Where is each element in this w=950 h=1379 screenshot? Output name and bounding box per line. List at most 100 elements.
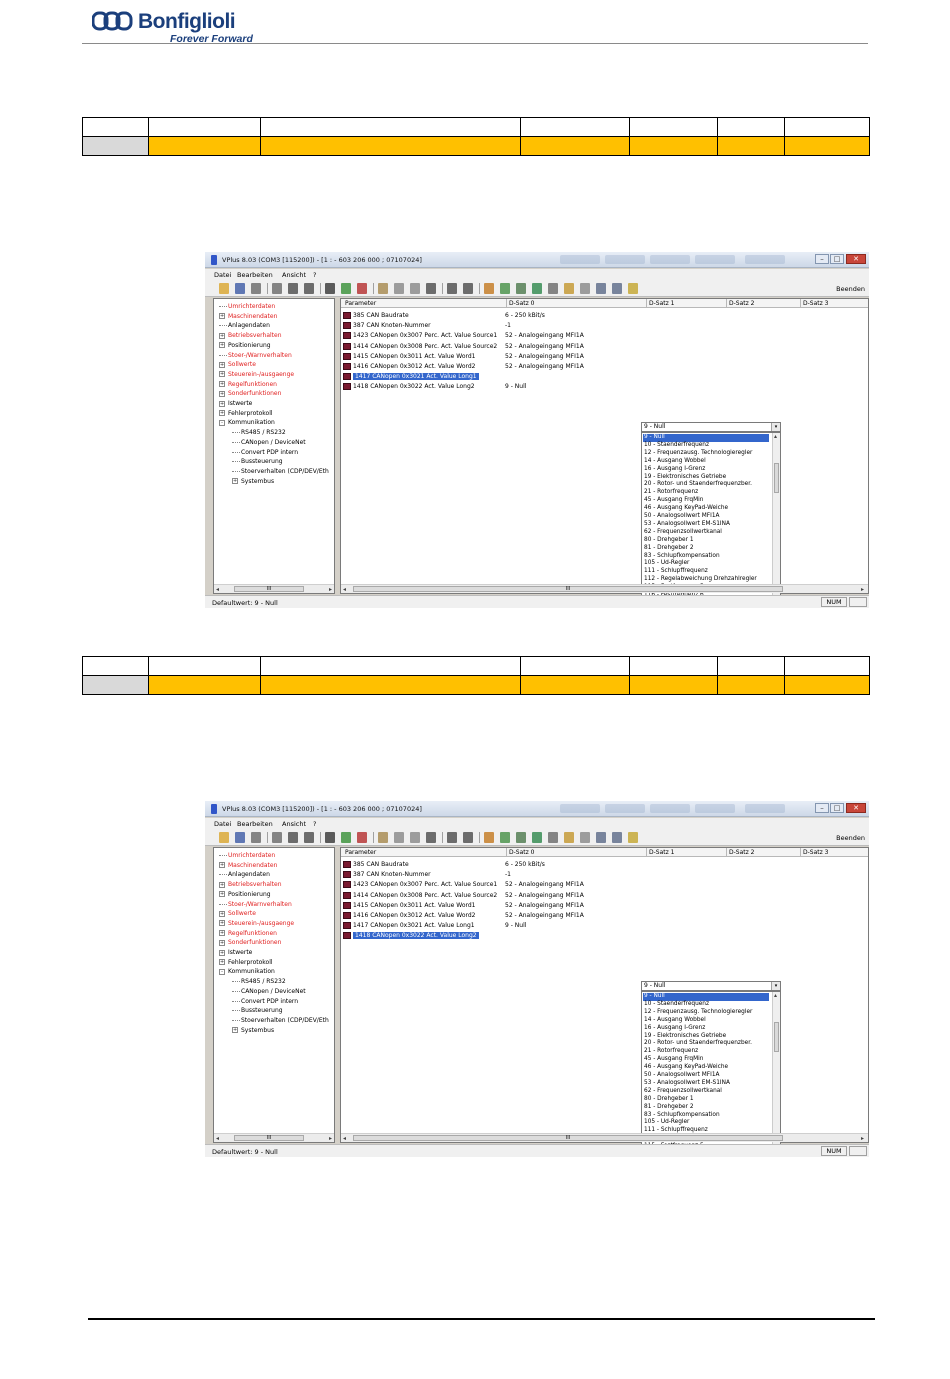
toolbar-button-icon[interactable]: [548, 832, 558, 843]
parameter-label[interactable]: 1415 CANopen 0x3011 Act. Value Word1: [353, 353, 476, 360]
toolbar-button-icon[interactable]: [532, 283, 542, 294]
parameter-label[interactable]: 385 CAN Baudrate: [353, 312, 409, 319]
dropdown-option[interactable]: 10 - Staenderfrequenz: [643, 442, 769, 450]
dropdown-vertical-scrollbar[interactable]: ▴▾: [772, 433, 780, 603]
exit-button[interactable]: Beenden: [836, 285, 865, 293]
parameter-row[interactable]: 1414 CANopen 0x3008 Perc. Act. Value Sou…: [343, 342, 863, 352]
exit-button[interactable]: Beenden: [836, 834, 865, 842]
parameter-row[interactable]: 1417 CANopen 0x3021 Act. Value Long1 9 - …: [343, 921, 863, 931]
parameter-row[interactable]: 387 CAN Knoten-Nummer -1: [343, 321, 863, 331]
parameter-label[interactable]: 387 CAN Knoten-Nummer: [353, 871, 431, 878]
parameter-label[interactable]: 1423 CANopen 0x3007 Perc. Act. Value Sou…: [353, 881, 497, 888]
expand-icon[interactable]: -: [219, 968, 225, 975]
expand-icon[interactable]: +: [219, 959, 225, 966]
dropdown-option[interactable]: 21 - Rotorfrequenz: [643, 489, 769, 497]
toolbar-button-icon[interactable]: [564, 283, 574, 294]
toolbar-button-icon[interactable]: [251, 283, 261, 294]
toolbar-button-icon[interactable]: [325, 832, 335, 843]
toolbar-button-icon[interactable]: [564, 832, 574, 843]
toolbar-button-icon[interactable]: [325, 283, 335, 294]
dropdown-option[interactable]: 111 - Schlupffrequenz: [643, 568, 769, 576]
menu-item[interactable]: Bearbeiten: [237, 271, 273, 279]
tree-item[interactable]: Stoer-/Warnverhalten: [219, 351, 292, 361]
tree-item[interactable]: + Fehlerprotokoll: [219, 409, 273, 419]
expand-icon[interactable]: +: [219, 862, 225, 869]
value-select[interactable]: 9 - Null ▾: [641, 981, 781, 991]
scroll-thumb[interactable]: III: [353, 586, 783, 592]
dropdown-option[interactable]: 9 - Null: [643, 434, 769, 442]
grid-horizontal-scrollbar[interactable]: ◂ III ▸: [341, 1133, 868, 1142]
tree-item[interactable]: + Regelfunktionen: [219, 380, 277, 390]
scroll-up-icon[interactable]: ▴: [774, 992, 777, 999]
parameter-label[interactable]: 1414 CANopen 0x3008 Perc. Act. Value Sou…: [353, 343, 497, 350]
parameter-row[interactable]: 387 CAN Knoten-Nummer -1: [343, 870, 863, 880]
scroll-right-icon[interactable]: ▸: [329, 586, 332, 593]
parameter-row[interactable]: 385 CAN Baudrate 6 - 250 kBit/s: [343, 311, 863, 321]
tree-item[interactable]: + Steuerein-/ausgaenge: [219, 370, 294, 380]
dropdown-option[interactable]: 105 - Ud-Regler: [643, 1119, 769, 1127]
toolbar-button-icon[interactable]: [304, 283, 314, 294]
dropdown-option[interactable]: 20 - Rotor- und Staenderfrequenzber.: [643, 481, 769, 489]
tree-horizontal-scrollbar[interactable]: ◂ III ▸: [214, 1133, 334, 1142]
column-header[interactable]: D-Satz 3: [803, 849, 829, 856]
tree-item[interactable]: CANopen / DeviceNet: [232, 438, 306, 448]
toolbar-button-icon[interactable]: [580, 832, 590, 843]
dropdown-option[interactable]: 62 - Frequenzsollwertkanal: [643, 529, 769, 537]
tree-item[interactable]: - Kommunikation: [219, 418, 275, 428]
tree-item[interactable]: + Istwerte: [219, 399, 252, 409]
expand-icon[interactable]: +: [219, 390, 225, 397]
tree-item[interactable]: Stoerverhalten (CDP/DEV/Eth: [232, 1016, 329, 1026]
parameter-row[interactable]: 1416 CANopen 0x3012 Act. Value Word2 52 -…: [343, 911, 863, 921]
maximize-button[interactable]: □: [830, 803, 844, 813]
parameter-label[interactable]: 387 CAN Knoten-Nummer: [353, 322, 431, 329]
parameter-row[interactable]: 1423 CANopen 0x3007 Perc. Act. Value Sou…: [343, 331, 863, 341]
scroll-thumb[interactable]: III: [353, 1135, 783, 1141]
parameter-label[interactable]: 1418 CANopen 0x3022 Act. Value Long2: [353, 383, 475, 390]
column-header[interactable]: D-Satz 0: [509, 849, 535, 856]
tree-item[interactable]: + Maschinendaten: [219, 312, 277, 322]
toolbar-button-icon[interactable]: [484, 832, 494, 843]
toolbar-button-icon[interactable]: [548, 283, 558, 294]
tree-item[interactable]: RS485 / RS232: [232, 977, 286, 987]
tree-item[interactable]: + Steuerein-/ausgaenge: [219, 919, 294, 929]
expand-icon[interactable]: -: [219, 419, 225, 426]
toolbar-button-icon[interactable]: [500, 283, 510, 294]
expand-icon[interactable]: +: [232, 1027, 238, 1034]
tree-item[interactable]: - Kommunikation: [219, 967, 275, 977]
expand-icon[interactable]: +: [219, 342, 225, 349]
minimize-button[interactable]: –: [815, 803, 829, 813]
toolbar-button-icon[interactable]: [426, 283, 436, 294]
toolbar-button-icon[interactable]: [410, 283, 420, 294]
parameter-row[interactable]: 1415 CANopen 0x3011 Act. Value Word1 52 -…: [343, 352, 863, 362]
scroll-right-icon[interactable]: ▸: [861, 586, 864, 593]
dropdown-option[interactable]: 50 - Analogsollwert MFI1A: [643, 513, 769, 521]
parameter-label[interactable]: 1416 CANopen 0x3012 Act. Value Word2: [353, 363, 476, 370]
expand-icon[interactable]: +: [232, 478, 238, 485]
tree-item[interactable]: + Positionierung: [219, 341, 271, 351]
dropdown-option[interactable]: 19 - Elektronisches Getriebe: [643, 474, 769, 482]
dropdown-option[interactable]: 62 - Frequenzsollwertkanal: [643, 1088, 769, 1096]
scroll-thumb[interactable]: [774, 1022, 779, 1052]
tree-item[interactable]: CANopen / DeviceNet: [232, 987, 306, 997]
tree-item[interactable]: + Regelfunktionen: [219, 929, 277, 939]
tree-item[interactable]: Anlagendaten: [219, 870, 270, 880]
tree-item[interactable]: + Betriebsverhalten: [219, 880, 282, 890]
toolbar-button-icon[interactable]: [357, 283, 367, 294]
parameter-row[interactable]: 1423 CANopen 0x3007 Perc. Act. Value Sou…: [343, 880, 863, 890]
parameter-label[interactable]: 1414 CANopen 0x3008 Perc. Act. Value Sou…: [353, 892, 497, 899]
parameter-row[interactable]: 385 CAN Baudrate 6 - 250 kBit/s: [343, 860, 863, 870]
maximize-button[interactable]: □: [830, 254, 844, 264]
menu-item[interactable]: Datei: [214, 271, 231, 279]
menu-item[interactable]: Bearbeiten: [237, 820, 273, 828]
parameter-label[interactable]: 1418 CANopen 0x3022 Act. Value Long2: [353, 932, 479, 940]
toolbar-button-icon[interactable]: [272, 832, 282, 843]
dropdown-option[interactable]: 12 - Frequenzausg. Technologieregler: [643, 1009, 769, 1017]
dropdown-option[interactable]: 14 - Ausgang Wobbel: [643, 458, 769, 466]
toolbar-button-icon[interactable]: [394, 832, 404, 843]
expand-icon[interactable]: +: [219, 332, 225, 339]
dropdown-option[interactable]: 53 - Analogsollwert EM-S1INA: [643, 521, 769, 529]
toolbar-button-icon[interactable]: [219, 832, 229, 843]
dropdown-option[interactable]: 21 - Rotorfrequenz: [643, 1048, 769, 1056]
close-button[interactable]: ✕: [846, 254, 866, 264]
toolbar-button-icon[interactable]: [341, 832, 351, 843]
